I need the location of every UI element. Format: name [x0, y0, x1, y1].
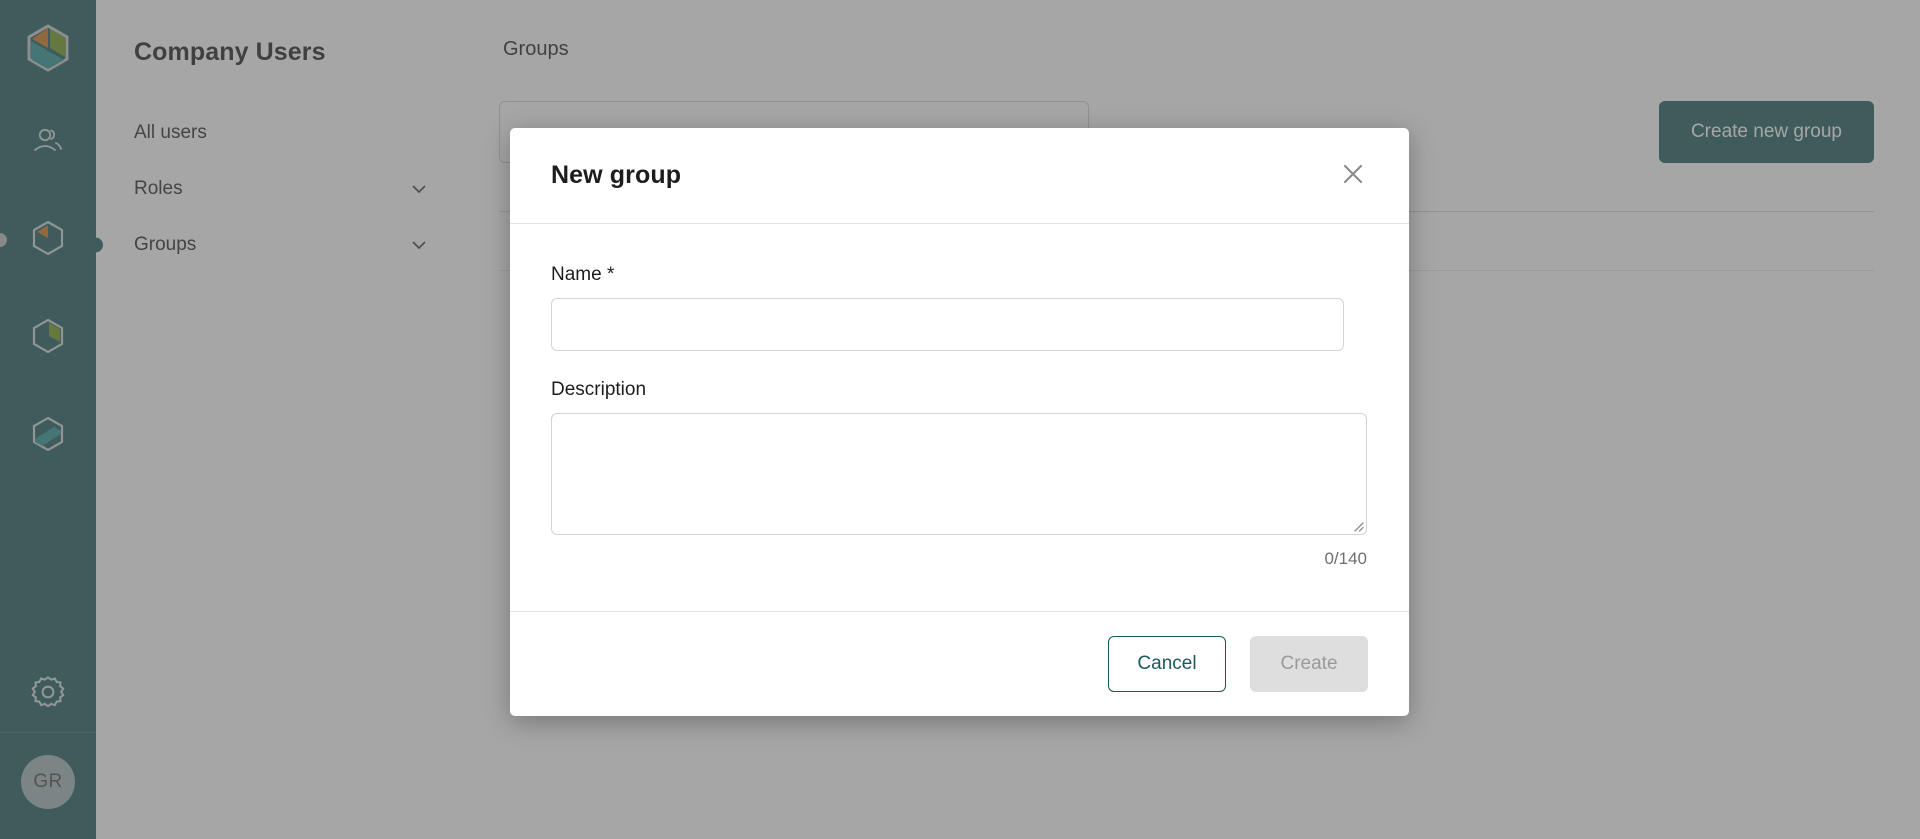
character-counter: 0/140 — [551, 549, 1367, 569]
app-root: GR Company Users All users Roles — [0, 0, 1920, 839]
dialog-body: Name * Description 0/140 — [510, 224, 1409, 612]
dialog-title: New group — [551, 161, 1333, 190]
dialog-footer: Cancel Create — [510, 612, 1409, 716]
cancel-button[interactable]: Cancel — [1108, 636, 1226, 692]
close-button[interactable] — [1333, 156, 1373, 196]
new-group-dialog: New group Name * Description — [510, 128, 1409, 716]
name-input[interactable] — [551, 298, 1344, 351]
name-field-label: Name * — [551, 264, 1368, 286]
field-spacer — [551, 351, 1368, 379]
description-textarea[interactable] — [551, 413, 1367, 535]
create-button[interactable]: Create — [1250, 636, 1368, 692]
description-wrapper — [551, 413, 1367, 535]
close-icon — [1340, 161, 1366, 190]
dialog-header: New group — [510, 128, 1409, 224]
description-field-label: Description — [551, 379, 1368, 401]
